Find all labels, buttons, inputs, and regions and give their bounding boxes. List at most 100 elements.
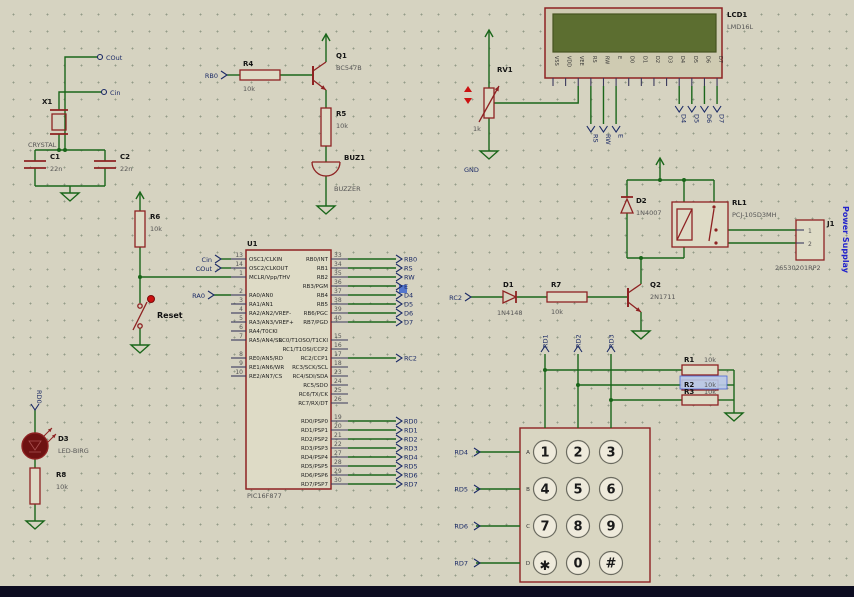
net-label: D5 [692, 114, 700, 123]
net-label: RD5 [404, 463, 418, 471]
diode-d1[interactable] [502, 289, 518, 305]
terminal-flag [464, 292, 472, 302]
pin-number: 28 [334, 459, 342, 466]
terminal-flag [30, 403, 40, 411]
resistor-r8[interactable] [29, 467, 41, 505]
pin-number: 14 [235, 261, 243, 268]
pin-name: RB7/PGD [303, 320, 328, 326]
keypad-button-label: 0 [573, 557, 582, 572]
pin-number: 35 [334, 270, 342, 277]
pin-number: 10 [235, 369, 243, 376]
lcd-pin-label: D6 [704, 56, 710, 63]
net-label: RD1 [542, 334, 550, 348]
pin-name: RA5/AN4/SS [249, 338, 282, 344]
ground-icon [630, 330, 652, 340]
net-label-cout: COut [106, 54, 123, 62]
lcd-pin-label: VEE [578, 56, 584, 66]
terminal-flag [395, 470, 403, 480]
pin-number: 7 [239, 333, 243, 340]
resistor-r7[interactable] [546, 291, 588, 303]
ground-icon [129, 344, 151, 354]
value-rv1: 1k [473, 125, 481, 133]
terminal-cin [100, 88, 108, 96]
keypad-button-label: 2 [573, 446, 582, 461]
pin-number: 24 [334, 378, 342, 385]
pin-number: 20 [334, 423, 342, 430]
pin-name: RD4/PSP4 [301, 455, 329, 461]
transistor-q2[interactable] [627, 283, 642, 313]
resistor-r3[interactable] [681, 394, 719, 406]
terminal-flag [395, 452, 403, 462]
ref-r3: R3 [684, 388, 694, 396]
value-d1: 1N4148 [497, 309, 523, 317]
pin-name: RE2/AN7/CS [249, 374, 283, 380]
connector-j1[interactable] [795, 219, 825, 261]
generated-layer: 13OSC1/CLKIN14OSC2/CLKOUT1MCLR/Vpp/THV2R… [231, 56, 726, 576]
lcd-body[interactable] [544, 7, 723, 79]
ground-icon [723, 412, 745, 422]
terminal-flag [395, 434, 403, 444]
resistor-r1[interactable] [681, 364, 719, 376]
net-label-cin2: Cin [202, 256, 212, 264]
keypad-row-label: B [526, 487, 530, 493]
ref-rl1: RL1 [732, 199, 747, 207]
terminal-flag [395, 272, 403, 282]
value-d3: LED-BIRG [58, 447, 89, 455]
value-rl1: PCJ-105D3MH [732, 211, 777, 219]
terminal-flag [395, 416, 403, 426]
diode-d2[interactable] [620, 196, 634, 214]
pin-name: RD2/PSP2 [301, 437, 328, 443]
net-label: D4 [680, 114, 688, 123]
pot-decrease-button[interactable] [464, 98, 472, 104]
pin-number: 33 [334, 252, 342, 259]
reset-button[interactable] [132, 295, 155, 331]
net-label: RD4 [454, 449, 468, 457]
pin-number: 26 [334, 396, 342, 403]
pin-number: 4 [239, 306, 243, 313]
buzzer-buz1[interactable] [311, 161, 341, 177]
pin-number: 16 [334, 342, 342, 349]
lcd-pin-label: RW [603, 56, 609, 64]
pin-name: RA3/AN3/VREF+ [249, 320, 294, 326]
capacitor-c2[interactable] [94, 160, 116, 169]
j1-pin-1: 1 [808, 228, 812, 235]
net-label-rb0: RB0 [205, 72, 218, 80]
ref-d2: D2 [636, 197, 647, 205]
capacitor-c1[interactable] [24, 160, 46, 169]
resistor-r6[interactable] [134, 210, 146, 248]
value-q1: BC547B [336, 64, 362, 72]
terminal-flag [599, 125, 608, 133]
schematic-canvas: COut Cin X1 CRYSTAL C1 22n C2 22n RB0 R4… [0, 0, 854, 597]
pin-name: RC5/SDO [303, 383, 328, 389]
resistor-r5[interactable] [320, 107, 332, 147]
pin-number: 2 [239, 288, 243, 295]
value-r7: 10k [551, 308, 563, 316]
potentiometer-rv1[interactable] [478, 85, 500, 123]
pin-number: 38 [334, 297, 342, 304]
pot-increase-button[interactable] [464, 86, 472, 92]
net-label: RD7 [454, 560, 468, 568]
terminal-flag [611, 125, 621, 133]
pin-name: RC6/TX/CK [299, 392, 329, 398]
net-label: RD1 [404, 427, 418, 435]
reset-button-actuator[interactable] [147, 295, 155, 303]
net-label: RD3 [608, 334, 616, 348]
pin-number: 29 [334, 468, 342, 475]
net-label: RD6 [454, 523, 468, 531]
transistor-q1[interactable] [312, 61, 327, 91]
relay-rl1[interactable] [671, 201, 729, 248]
net-label: D7 [718, 114, 726, 123]
ref-c1: C1 [50, 153, 60, 161]
value-u1: PIC16F877 [247, 492, 282, 500]
net-label-rc2: RC2 [449, 294, 462, 302]
value-r1: 10k [704, 356, 716, 364]
ref-r1: R1 [684, 356, 694, 364]
pin-name: OSC1/CLKIN [249, 257, 282, 263]
value-j1: 26530201RP2 [775, 264, 821, 272]
junction-dots [57, 148, 686, 402]
led-d3[interactable] [21, 427, 57, 460]
ref-r8: R8 [56, 471, 66, 479]
resistor-r4[interactable] [239, 69, 281, 81]
value-r8: 10k [56, 483, 68, 491]
keypad-button-label: 9 [606, 520, 615, 535]
